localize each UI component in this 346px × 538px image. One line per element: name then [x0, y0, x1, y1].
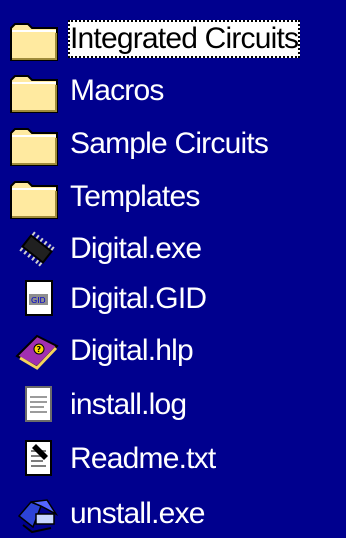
- folder-icon: [8, 15, 66, 63]
- file-item-macros[interactable]: Macros: [8, 67, 166, 115]
- file-item-unstall-exe[interactable]: unstall.exe: [8, 490, 207, 538]
- folder-icon: [8, 120, 66, 168]
- file-item-sample-circuits[interactable]: Sample Circuits: [8, 120, 270, 168]
- file-label: Integrated Circuits: [68, 20, 301, 58]
- file-item-digital-hlp[interactable]: ? Digital.hlp: [8, 327, 195, 375]
- folder-icon: [8, 173, 66, 221]
- file-label: install.log: [70, 388, 187, 421]
- folder-icon: [8, 67, 66, 115]
- uninstall-app-icon: [8, 490, 66, 538]
- file-label: Digital.exe: [70, 232, 202, 265]
- file-list: Integrated Circuits Macros Sample Circui…: [0, 0, 346, 536]
- notepad-document-icon: [8, 435, 66, 483]
- file-item-readme-txt[interactable]: Readme.txt: [8, 435, 217, 483]
- file-label: Readme.txt: [70, 442, 216, 475]
- svg-text:?: ?: [37, 345, 42, 354]
- file-label: Sample Circuits: [70, 127, 269, 160]
- file-label: Digital.hlp: [70, 334, 194, 367]
- file-item-templates[interactable]: Templates: [8, 173, 202, 221]
- text-document-icon: [8, 381, 66, 429]
- file-label: Macros: [70, 74, 164, 107]
- chip-app-icon: [8, 225, 66, 273]
- file-label: unstall.exe: [70, 497, 205, 530]
- file-item-digital-exe[interactable]: Digital.exe: [8, 225, 203, 273]
- gid-file-icon: GID: [8, 275, 66, 323]
- file-item-install-log[interactable]: install.log: [8, 381, 188, 429]
- svg-text:GID: GID: [31, 296, 46, 305]
- file-item-digital-gid[interactable]: GID Digital.GID: [8, 275, 208, 323]
- file-label: Digital.GID: [70, 282, 207, 315]
- file-item-integrated-circuits[interactable]: Integrated Circuits: [8, 15, 301, 63]
- help-book-icon: ?: [8, 327, 66, 375]
- file-label: Templates: [70, 180, 200, 213]
